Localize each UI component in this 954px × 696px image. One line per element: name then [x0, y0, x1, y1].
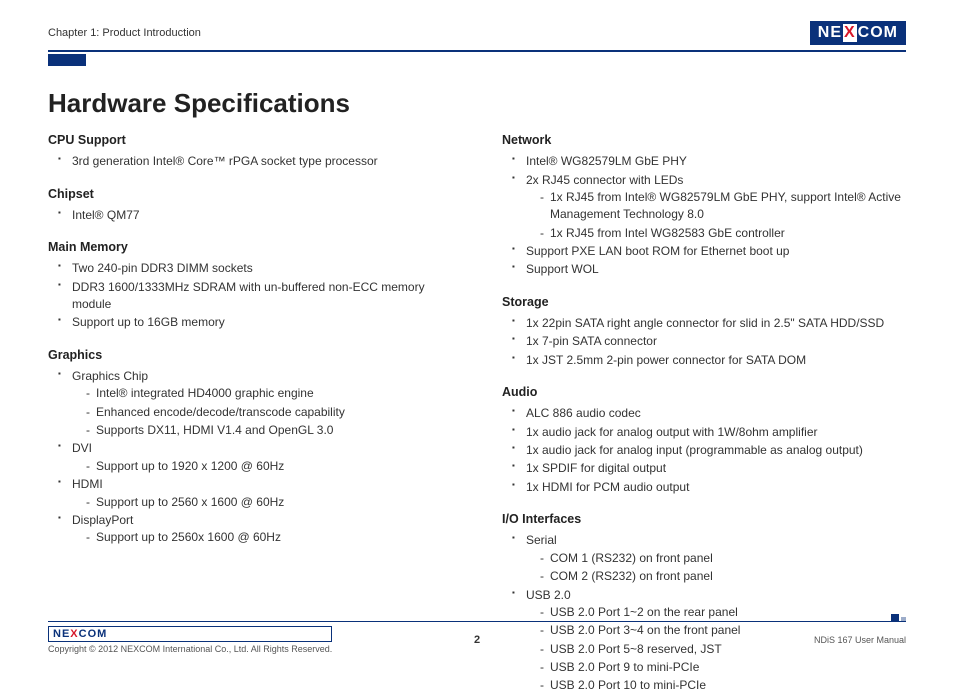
- sublist-item: Intel® integrated HD4000 graphic engine: [86, 385, 452, 402]
- logo-text-pre: NE: [818, 24, 842, 42]
- right-column: Network Intel® WG82579LM GbE PHY 2x RJ45…: [502, 129, 906, 696]
- section-cpu-support: CPU Support: [48, 131, 452, 149]
- sublist-item: Support up to 1920 x 1200 @ 60Hz: [86, 458, 452, 475]
- section-graphics: Graphics: [48, 346, 452, 364]
- list-item: Support up to 16GB memory: [62, 314, 452, 331]
- list-item-label: 2x RJ45 connector with LEDs: [526, 173, 683, 187]
- sublist-item: COM 1 (RS232) on front panel: [540, 550, 906, 567]
- list-item-label: HDMI: [72, 477, 103, 491]
- section-main-memory: Main Memory: [48, 238, 452, 256]
- list-item-label: DVI: [72, 441, 92, 455]
- sublist-item: USB 2.0 Port 10 to mini-PCIe: [540, 677, 906, 694]
- section-network: Network: [502, 131, 906, 149]
- tab-marker-icon: [48, 54, 86, 66]
- list-item: 1x 7-pin SATA connector: [516, 333, 906, 350]
- left-column: CPU Support 3rd generation Intel® Core™ …: [48, 129, 452, 696]
- list-item: 1x audio jack for analog output with 1W/…: [516, 424, 906, 441]
- sublist-item: 1x RJ45 from Intel® WG82579LM GbE PHY, s…: [540, 189, 906, 224]
- page-footer: NEXCOM Copyright © 2012 NEXCOM Internati…: [48, 621, 906, 654]
- list-item-label: Graphics Chip: [72, 369, 148, 383]
- logo-text-x: X: [843, 24, 857, 42]
- sublist-item: USB 2.0 Port 9 to mini-PCIe: [540, 659, 906, 676]
- page-title: Hardware Specifications: [48, 88, 906, 119]
- list-item: 2x RJ45 connector with LEDs 1x RJ45 from…: [516, 172, 906, 243]
- content-columns: CPU Support 3rd generation Intel® Core™ …: [48, 129, 906, 696]
- footer-logo: NEXCOM: [48, 626, 332, 642]
- list-item-label: Serial: [526, 533, 557, 547]
- footer-decor-icon: [891, 614, 906, 622]
- list-item: ALC 886 audio codec: [516, 405, 906, 422]
- list-item: 1x 22pin SATA right angle connector for …: [516, 315, 906, 332]
- list-item: 1x JST 2.5mm 2-pin power connector for S…: [516, 352, 906, 369]
- list-item: Serial COM 1 (RS232) on front panel COM …: [516, 532, 906, 585]
- sublist-item: USB 2.0 Port 1~2 on the rear panel: [540, 604, 906, 621]
- list-item: DisplayPort Support up to 2560x 1600 @ 6…: [62, 512, 452, 547]
- page-header: Chapter 1: Product Introduction NEXCOM: [48, 22, 906, 52]
- section-audio: Audio: [502, 383, 906, 401]
- sublist-item: Support up to 2560x 1600 @ 60Hz: [86, 529, 452, 546]
- page-number: 2: [474, 634, 480, 646]
- list-item: DVI Support up to 1920 x 1200 @ 60Hz: [62, 440, 452, 475]
- sublist-item: 1x RJ45 from Intel WG82583 GbE controlle…: [540, 225, 906, 242]
- list-item: Intel® QM77: [62, 207, 452, 224]
- sublist-item: Enhanced encode/decode/transcode capabil…: [86, 404, 452, 421]
- chapter-title: Chapter 1: Product Introduction: [48, 27, 201, 39]
- list-item-label: DisplayPort: [72, 513, 133, 527]
- logo-text-post: COM: [858, 24, 898, 42]
- sublist-item: COM 2 (RS232) on front panel: [540, 568, 906, 585]
- manual-name: NDiS 167 User Manual: [814, 635, 906, 645]
- list-item: Two 240-pin DDR3 DIMM sockets: [62, 260, 452, 277]
- list-item: 1x SPDIF for digital output: [516, 460, 906, 477]
- list-item-label: USB 2.0: [526, 588, 571, 602]
- brand-logo: NEXCOM: [810, 21, 906, 45]
- footer-left: NEXCOM Copyright © 2012 NEXCOM Internati…: [48, 626, 332, 654]
- copyright-text: Copyright © 2012 NEXCOM International Co…: [48, 644, 332, 654]
- section-storage: Storage: [502, 293, 906, 311]
- section-io-interfaces: I/O Interfaces: [502, 510, 906, 528]
- list-item: Intel® WG82579LM GbE PHY: [516, 153, 906, 170]
- list-item: 3rd generation Intel® Core™ rPGA socket …: [62, 153, 452, 170]
- list-item: 1x audio jack for analog input (programm…: [516, 442, 906, 459]
- list-item: Graphics Chip Intel® integrated HD4000 g…: [62, 368, 452, 440]
- list-item: DDR3 1600/1333MHz SDRAM with un-buffered…: [62, 279, 452, 314]
- sublist-item: Supports DX11, HDMI V1.4 and OpenGL 3.0: [86, 422, 452, 439]
- list-item: 1x HDMI for PCM audio output: [516, 479, 906, 496]
- section-chipset: Chipset: [48, 185, 452, 203]
- sublist-item: Support up to 2560 x 1600 @ 60Hz: [86, 494, 452, 511]
- list-item: HDMI Support up to 2560 x 1600 @ 60Hz: [62, 476, 452, 511]
- list-item: Support PXE LAN boot ROM for Ethernet bo…: [516, 243, 906, 260]
- list-item: Support WOL: [516, 261, 906, 278]
